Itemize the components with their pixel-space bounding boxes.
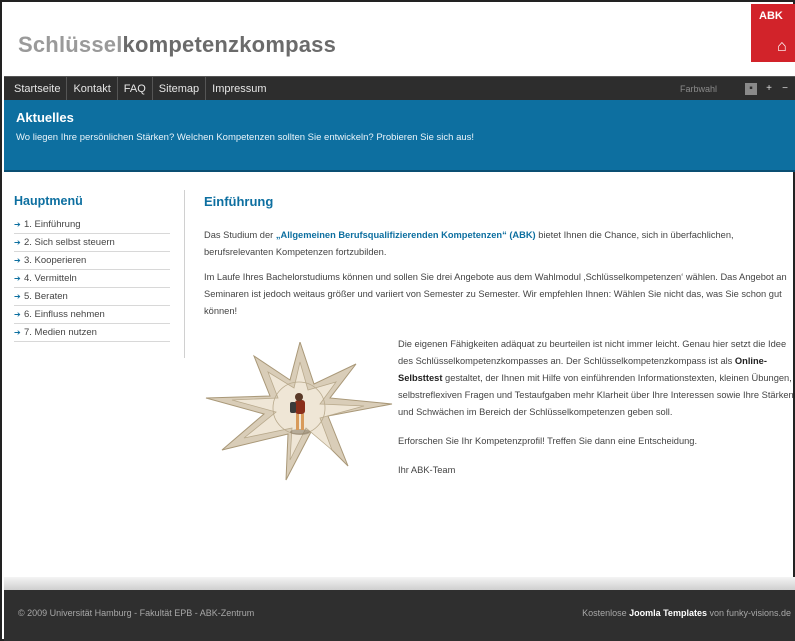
top-navigation: Startseite Kontakt FAQ Sitemap Impressum… xyxy=(4,76,795,101)
menu-item-medien-nutzen[interactable]: ➔ 7. Medien nutzen xyxy=(14,324,170,342)
template-credit: Kostenlose Joomla Templates von funky-vi… xyxy=(582,608,791,618)
page-title: Einführung xyxy=(204,194,274,209)
abk-logo[interactable]: ABK ⌂ xyxy=(751,4,795,62)
arrow-right-icon: ➔ xyxy=(14,328,21,337)
menu-item-label: 4. Vermitteln xyxy=(24,273,77,284)
banner-text: Wo liegen Ihre persönlichen Stärken? Wel… xyxy=(16,132,475,143)
abk-logo-text: ABK xyxy=(759,10,783,22)
page-frame: Schlüsselkompetenzkompass ABK ⌂ Startsei… xyxy=(0,0,795,641)
menu-item-kooperieren[interactable]: ➔ 3. Kooperieren xyxy=(14,252,170,270)
arrow-right-icon: ➔ xyxy=(14,292,21,301)
menu-item-beraten[interactable]: ➔ 5. Beraten xyxy=(14,288,170,306)
arrow-right-icon: ➔ xyxy=(14,310,21,319)
menu-item-label: 6. Einfluss nehmen xyxy=(24,309,105,320)
intro-paragraph: Das Studium der „Allgemeinen Berufsquali… xyxy=(204,227,792,261)
site-title-light: Schlüssel xyxy=(18,32,123,57)
menu-item-einfluss-nehmen[interactable]: ➔ 6. Einfluss nehmen xyxy=(14,306,170,324)
selftest-text-block: Die eigenen Fähigkeiten adäquat zu beurt… xyxy=(398,336,795,491)
font-reset-button[interactable]: ▪ xyxy=(745,83,757,95)
footer-shadow xyxy=(4,577,795,590)
menu-item-label: 7. Medien nutzen xyxy=(24,327,97,338)
selftest-text-before: Die eigenen Fähigkeiten adäquat zu beurt… xyxy=(398,339,787,366)
menu-item-label: 1. Einführung xyxy=(24,219,81,230)
news-banner: Aktuelles Wo liegen Ihre persönlichen St… xyxy=(4,100,795,172)
bachelor-paragraph: Im Laufe Ihres Bachelorstudiums können u… xyxy=(204,272,787,316)
menu-item-label: 5. Beraten xyxy=(24,291,68,302)
nav-item-faq[interactable]: FAQ xyxy=(116,77,152,101)
arrow-right-icon: ➔ xyxy=(14,256,21,265)
banner-title: Aktuelles xyxy=(16,110,74,125)
hamburg-gate-icon: ⌂ xyxy=(777,38,787,55)
menu-item-vermitteln[interactable]: ➔ 4. Vermitteln xyxy=(14,270,170,288)
abk-link[interactable]: „Allgemeinen Berufsqualifizierenden Komp… xyxy=(276,230,536,240)
nav-list: Startseite Kontakt FAQ Sitemap Impressum xyxy=(14,77,273,101)
menu-item-einfuehrung[interactable]: ➔ 1. Einführung xyxy=(14,216,170,234)
main-menu-title: Hauptmenü xyxy=(14,194,83,208)
compass-illustration xyxy=(205,342,393,481)
credit-text-after: von funky-visions.de xyxy=(706,608,791,618)
menu-item-label: 2. Sich selbst steuern xyxy=(24,237,115,248)
nav-item-impressum[interactable]: Impressum xyxy=(205,77,272,101)
site-title-bold: kompetenzkompass xyxy=(122,32,337,57)
main-menu: Hauptmenü ➔ 1. Einführung ➔ 2. Sich selbst… xyxy=(14,194,170,342)
credit-text-before: Kostenlose xyxy=(582,608,630,618)
menu-item-label: 3. Kooperieren xyxy=(24,255,87,266)
signature: Ihr ABK-Team xyxy=(398,465,456,475)
sidebar-divider xyxy=(184,190,185,358)
nav-item-kontakt[interactable]: Kontakt xyxy=(66,77,116,101)
font-decrease-button[interactable]: − xyxy=(779,83,791,95)
arrow-right-icon: ➔ xyxy=(14,238,21,247)
site-header: Schlüsselkompetenzkompass ABK ⌂ xyxy=(4,4,795,76)
selftest-text-after: gestaltet, der Ihnen mit Hilfe von einfü… xyxy=(398,373,794,417)
site-title[interactable]: Schlüsselkompetenzkompass xyxy=(18,32,336,58)
nav-item-sitemap[interactable]: Sitemap xyxy=(151,77,205,101)
joomla-templates-link[interactable]: Joomla Templates xyxy=(629,608,707,618)
arrow-right-icon: ➔ xyxy=(14,220,21,229)
font-increase-button[interactable]: + xyxy=(763,83,775,95)
call-to-action-paragraph: Erforschen Sie Ihr Kompetenzprofil! Tref… xyxy=(398,436,698,446)
arrow-right-icon: ➔ xyxy=(14,274,21,283)
selftest-paragraph: Die eigenen Fähigkeiten adäquat zu beurt… xyxy=(398,336,795,421)
intro-text-before: Das Studium der xyxy=(204,230,276,240)
site-footer: © 2009 Universität Hamburg - Fakultät EP… xyxy=(4,590,795,641)
nav-item-startseite[interactable]: Startseite xyxy=(14,77,66,101)
main-content: Einführung Das Studium der „Allgemeinen … xyxy=(204,194,794,481)
menu-item-sich-selbst-steuern[interactable]: ➔ 2. Sich selbst steuern xyxy=(14,234,170,252)
copyright-text: © 2009 Universität Hamburg - Fakultät EP… xyxy=(18,608,255,618)
color-choice-label: Farbwahl xyxy=(679,84,717,94)
